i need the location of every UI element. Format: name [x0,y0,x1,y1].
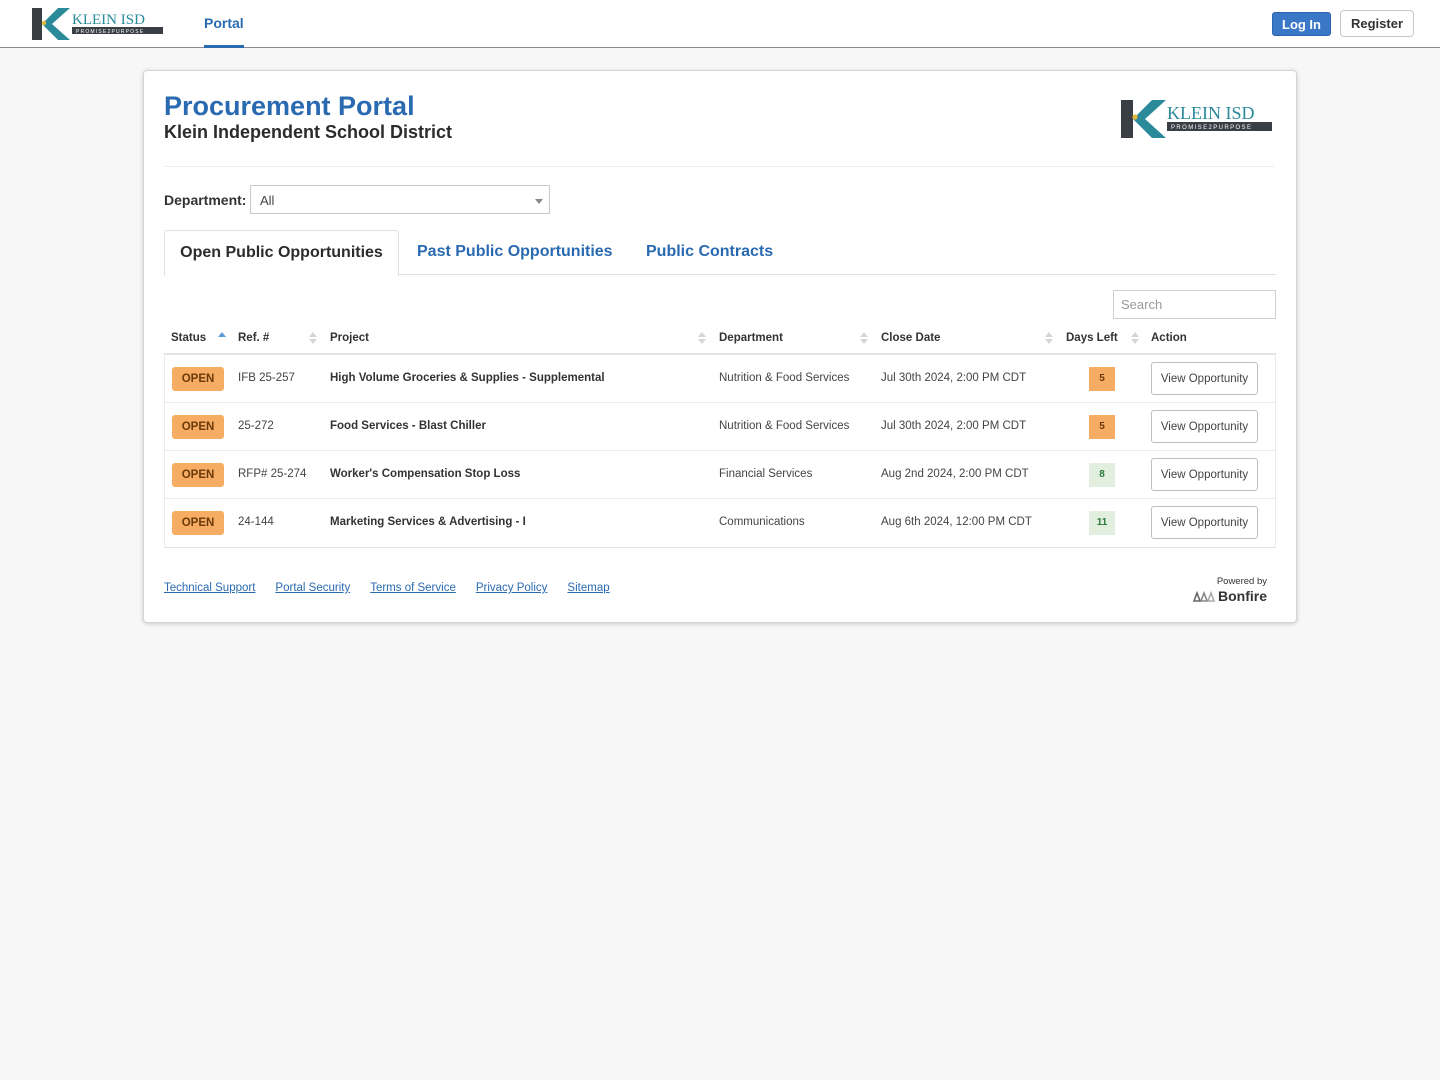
status-badge: OPEN [172,415,224,439]
table-body: OPEN IFB 25-257 High Volume Groceries & … [164,355,1276,548]
nav-portal-link[interactable]: Portal [204,0,244,48]
department: Communications [719,516,805,528]
days-left-badge: 5 [1089,367,1115,391]
opportunities-table: Status Ref. # Project Department Close D… [164,323,1276,548]
department: Financial Services [719,468,813,480]
table-row: OPEN RFP# 25-274 Worker's Compensation S… [165,451,1275,499]
table-header: Status Ref. # Project Department Close D… [164,323,1276,355]
close-date: Jul 30th 2024, 2:00 PM CDT [881,372,1027,384]
bonfire-logo-icon [1193,591,1215,602]
tab-public-contracts[interactable]: Public Contracts [646,230,773,275]
department-select[interactable]: All [250,185,550,214]
department: Nutrition & Food Services [719,372,850,384]
column-header-status[interactable]: Status [171,332,206,344]
project-name: Food Services - Blast Chiller [330,420,486,432]
column-header-close-date[interactable]: Close Date [881,332,940,344]
footer-link-portal-security[interactable]: Portal Security [275,582,350,594]
close-date: Aug 2nd 2024, 2:00 PM CDT [881,468,1029,480]
close-date: Jul 30th 2024, 2:00 PM CDT [881,420,1027,432]
department-select-value: All [260,193,275,208]
department-label: Department: [164,192,247,208]
bonfire-brand: Bonfire [1218,588,1267,604]
table-row: OPEN 25-272 Food Services - Blast Chille… [165,403,1275,451]
footer-link-sitemap[interactable]: Sitemap [567,582,609,594]
tab-open-public-opportunities[interactable]: Open Public Opportunities [164,230,399,276]
column-header-ref[interactable]: Ref. # [238,332,269,344]
logo-tagline: PROMISE2PURPOSE [76,29,144,35]
column-header-action: Action [1151,332,1187,344]
sort-icon[interactable] [860,332,868,346]
table-row: OPEN 24-144 Marketing Services & Adverti… [165,499,1275,547]
powered-by-bonfire[interactable]: Powered by Bonfire [1184,576,1267,604]
footer-link-technical-support[interactable]: Technical Support [164,582,255,594]
view-opportunity-button[interactable]: View Opportunity [1151,506,1258,539]
status-badge: OPEN [172,463,224,487]
sort-icon[interactable] [309,332,317,346]
top-navbar: KLEIN ISD PROMISE2PURPOSE Portal Log In … [0,0,1440,48]
sort-icon[interactable] [1131,332,1139,346]
ref-number: IFB 25-257 [238,372,295,384]
footer-link-privacy-policy[interactable]: Privacy Policy [476,582,548,594]
ref-number: RFP# 25-274 [238,468,307,480]
login-button[interactable]: Log In [1272,12,1331,36]
search-input[interactable] [1113,290,1276,319]
header-divider [164,166,1274,167]
logo-text: KLEIN ISD [72,12,145,28]
sort-ascending-icon[interactable] [218,332,226,346]
view-opportunity-button[interactable]: View Opportunity [1151,362,1258,395]
sort-icon[interactable] [698,332,706,346]
days-left-badge: 11 [1089,511,1115,535]
status-badge: OPEN [172,367,224,391]
footer-links: Technical Support Portal Security Terms of… [164,582,630,594]
footer-link-terms-of-service[interactable]: Terms of Service [370,582,456,594]
card-logo-tagline: PROMISE2PURPOSE [1171,125,1252,131]
card-logo-text: KLEIN ISD [1167,103,1255,123]
ref-number: 25-272 [238,420,274,432]
page-title: Procurement Portal [164,91,415,121]
close-date: Aug 6th 2024, 12:00 PM CDT [881,516,1032,528]
tab-past-public-opportunities[interactable]: Past Public Opportunities [417,230,613,275]
opportunity-tabs: Open Public Opportunities Past Public Op… [164,230,1276,276]
days-left-badge: 8 [1089,463,1115,487]
project-name: High Volume Groceries & Supplies - Suppl… [330,372,605,384]
project-name: Worker's Compensation Stop Loss [330,468,521,480]
project-name: Marketing Services & Advertising - I [330,516,526,528]
column-header-department[interactable]: Department [719,332,783,344]
column-header-days-left[interactable]: Days Left [1066,332,1118,344]
status-badge: OPEN [172,511,224,535]
chevron-down-icon [535,199,543,204]
department: Nutrition & Food Services [719,420,850,432]
powered-by-label: Powered by [1216,576,1267,587]
view-opportunity-button[interactable]: View Opportunity [1151,410,1258,443]
days-left-badge: 5 [1089,415,1115,439]
table-row: OPEN IFB 25-257 High Volume Groceries & … [165,355,1275,403]
view-opportunity-button[interactable]: View Opportunity [1151,458,1258,491]
sort-icon[interactable] [1045,332,1053,346]
klein-isd-card-logo: KLEIN ISD PROMISE2PURPOSE [1121,100,1272,138]
register-button[interactable]: Register [1340,10,1414,37]
page-subtitle: Klein Independent School District [164,122,453,142]
column-header-project[interactable]: Project [330,332,369,344]
klein-isd-logo[interactable]: KLEIN ISD PROMISE2PURPOSE [30,6,164,42]
procurement-card: Procurement Portal Klein Independent Sch… [143,70,1297,623]
ref-number: 24-144 [238,516,274,528]
